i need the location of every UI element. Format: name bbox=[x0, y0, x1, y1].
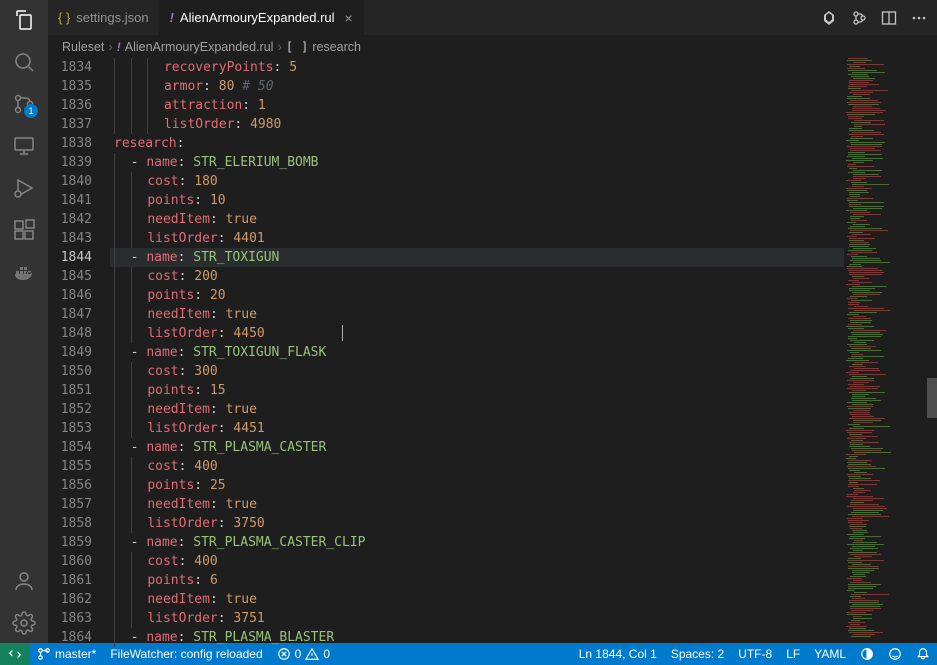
code-line[interactable]: cost: 400 bbox=[110, 552, 844, 571]
code-line[interactable]: listOrder: 4980 bbox=[110, 115, 844, 134]
code-line[interactable]: points: 10 bbox=[110, 191, 844, 210]
code-line[interactable]: listOrder: 4401 bbox=[110, 229, 844, 248]
source-control-icon[interactable]: 1 bbox=[12, 92, 36, 116]
code-line[interactable]: - name: STR_PLASMA_BLASTER bbox=[110, 628, 844, 647]
vertical-scrollbar[interactable] bbox=[924, 58, 937, 643]
yaml-icon: ! bbox=[117, 40, 121, 54]
more-actions-icon[interactable] bbox=[911, 10, 927, 26]
notifications-icon[interactable] bbox=[909, 643, 937, 665]
breadcrumb-item[interactable]: ! AlienArmouryExpanded.rul bbox=[117, 40, 274, 54]
tab-label: AlienArmouryExpanded.rul bbox=[180, 10, 335, 25]
breadcrumb-item[interactable]: Ruleset bbox=[62, 40, 104, 54]
code-line[interactable]: research: bbox=[110, 134, 844, 153]
tab-label: settings.json bbox=[76, 10, 148, 25]
close-icon[interactable]: × bbox=[345, 10, 353, 26]
code-line[interactable]: points: 20 bbox=[110, 286, 844, 305]
remote-explorer-icon[interactable] bbox=[12, 134, 36, 158]
text-cursor bbox=[342, 325, 343, 341]
split-editor-icon[interactable] bbox=[881, 10, 897, 26]
json-icon: { } bbox=[58, 10, 70, 25]
code-line[interactable]: cost: 180 bbox=[110, 172, 844, 191]
breadcrumb-item[interactable]: [ ] research bbox=[286, 39, 361, 54]
explorer-icon[interactable] bbox=[12, 8, 36, 32]
code-line[interactable]: needItem: true bbox=[110, 305, 844, 324]
breadcrumbs[interactable]: Ruleset › ! AlienArmouryExpanded.rul › [… bbox=[48, 35, 937, 58]
array-icon: [ ] bbox=[286, 39, 309, 54]
code-line[interactable]: listOrder: 3750 bbox=[110, 514, 844, 533]
code-line[interactable]: needItem: true bbox=[110, 210, 844, 229]
code-content[interactable]: recoveryPoints: 5 armor: 80 # 50 attract… bbox=[110, 58, 844, 643]
code-line[interactable]: points: 15 bbox=[110, 381, 844, 400]
run-debug-icon[interactable] bbox=[12, 176, 36, 200]
code-line[interactable]: - name: STR_PLASMA_CASTER bbox=[110, 438, 844, 457]
code-line[interactable]: cost: 200 bbox=[110, 267, 844, 286]
source-control-badge: 1 bbox=[24, 104, 38, 118]
tab-settings-json[interactable]: { } settings.json bbox=[48, 0, 160, 35]
code-line[interactable]: listOrder: 3751 bbox=[110, 609, 844, 628]
minimap[interactable] bbox=[844, 58, 924, 643]
code-line[interactable]: - name: STR_TOXIGUN bbox=[110, 248, 844, 267]
code-line[interactable]: points: 6 bbox=[110, 571, 844, 590]
code-line[interactable]: - name: STR_ELERIUM_BOMB bbox=[110, 153, 844, 172]
code-line[interactable]: points: 25 bbox=[110, 476, 844, 495]
activity-bar: 1 bbox=[0, 0, 48, 643]
code-line[interactable]: armor: 80 # 50 bbox=[110, 77, 844, 96]
editor[interactable]: 1834183518361837183818391840184118421843… bbox=[48, 58, 937, 643]
scroll-thumb[interactable] bbox=[927, 378, 937, 418]
code-line[interactable]: attraction: 1 bbox=[110, 96, 844, 115]
chevron-right-icon: › bbox=[277, 39, 281, 54]
code-line[interactable]: recoveryPoints: 5 bbox=[110, 58, 844, 77]
extensions-icon[interactable] bbox=[12, 218, 36, 242]
code-line[interactable]: listOrder: 4450 bbox=[110, 324, 844, 343]
docker-icon[interactable] bbox=[12, 260, 36, 284]
git-branch[interactable]: master* bbox=[30, 643, 103, 665]
yaml-icon: ! bbox=[170, 10, 174, 25]
code-line[interactable]: needItem: true bbox=[110, 590, 844, 609]
settings-gear-icon[interactable] bbox=[12, 611, 36, 635]
open-changes-icon[interactable] bbox=[821, 10, 837, 26]
code-line[interactable]: - name: STR_PLASMA_CASTER_CLIP bbox=[110, 533, 844, 552]
code-line[interactable]: listOrder: 4451 bbox=[110, 419, 844, 438]
code-line[interactable]: cost: 400 bbox=[110, 457, 844, 476]
chevron-right-icon: › bbox=[108, 39, 112, 54]
color-theme-icon[interactable] bbox=[853, 643, 881, 665]
accounts-icon[interactable] bbox=[12, 569, 36, 593]
editor-actions bbox=[811, 0, 937, 35]
code-line[interactable]: - name: STR_TOXIGUN_FLASK bbox=[110, 343, 844, 362]
code-line[interactable]: cost: 300 bbox=[110, 362, 844, 381]
feedback-icon[interactable] bbox=[881, 643, 909, 665]
code-line[interactable]: needItem: true bbox=[110, 400, 844, 419]
editor-tabs: { } settings.json ! AlienArmouryExpanded… bbox=[48, 0, 937, 35]
search-icon[interactable] bbox=[12, 50, 36, 74]
compare-icon[interactable] bbox=[851, 10, 867, 26]
line-numbers: 1834183518361837183818391840184118421843… bbox=[48, 58, 110, 643]
tab-alien-armoury[interactable]: ! AlienArmouryExpanded.rul × bbox=[160, 0, 364, 35]
code-line[interactable]: needItem: true bbox=[110, 495, 844, 514]
remote-indicator[interactable] bbox=[0, 643, 30, 665]
